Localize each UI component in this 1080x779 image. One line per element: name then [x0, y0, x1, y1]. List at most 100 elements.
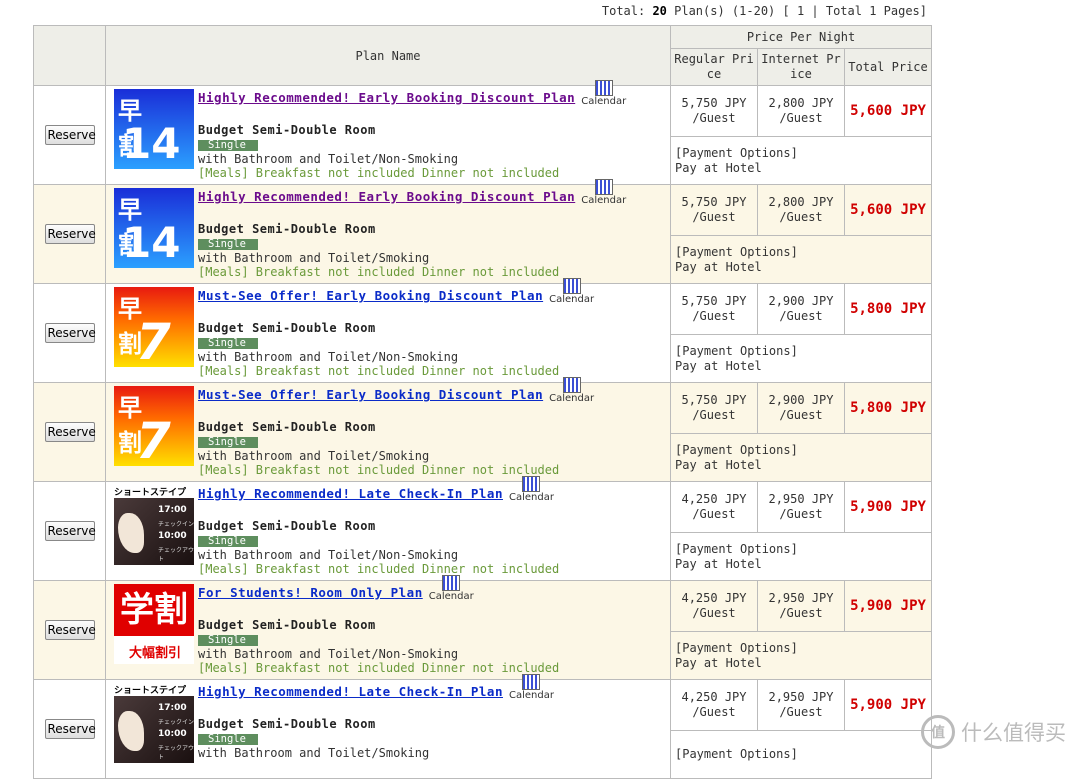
reserve-cell: Reserve — [33, 679, 106, 779]
room-tag-badge: Single — [198, 536, 258, 547]
plan-name-link[interactable]: Must-See Offer! Early Booking Discount P… — [198, 387, 543, 402]
plan-info-cell: 早 割7 Must-See Offer! Early Booking Disco… — [105, 278, 671, 383]
regular-price: 4,250 JPY/Guest — [670, 580, 758, 632]
total-price: 5,600 JPY — [843, 184, 933, 236]
plan-name-link[interactable]: Highly Recommended! Early Booking Discou… — [198, 90, 575, 105]
calendar-icon[interactable] — [522, 674, 541, 690]
calendar-icon[interactable] — [562, 377, 581, 393]
payment-options: [Payment Options] Pay at Hotel — [669, 532, 933, 581]
total-price: 5,900 JPY — [843, 481, 933, 533]
room-tag-badge: Single — [198, 338, 258, 349]
header-plan-name: Plan Name — [105, 25, 671, 86]
room-tag-badge: Single — [198, 239, 258, 250]
plan-info-cell: ショートステイプラン 17:00チェックイン 10:00チェックアウト High… — [105, 674, 671, 779]
calendar-icon[interactable] — [522, 476, 541, 492]
payment-options: [Payment Options] Pay at Hotel — [669, 631, 933, 680]
plan-thumbnail[interactable]: 早 割7 — [114, 287, 194, 367]
calendar-link[interactable]: Calendar — [509, 476, 554, 503]
reserve-button[interactable]: Reserve — [44, 521, 96, 541]
total-price: 5,900 JPY — [843, 580, 933, 632]
room-type: Budget Semi-Double Room — [198, 618, 376, 632]
plan-info-cell: 学割 大幅割引 For Students! Room Only Plan Calen… — [105, 575, 671, 680]
plan-name-link[interactable]: Highly Recommended! Early Booking Discou… — [198, 189, 575, 204]
meals-info: [Meals] Breakfast not included Dinner no… — [198, 661, 560, 675]
regular-price: 4,250 JPY/Guest — [670, 481, 758, 533]
internet-price: 2,900 JPY/Guest — [757, 283, 845, 335]
regular-price: 5,750 JPY/Guest — [670, 283, 758, 335]
plan-count: 20 — [652, 4, 667, 18]
total-price: 5,600 JPY — [843, 85, 933, 137]
room-type: Budget Semi-Double Room — [198, 123, 376, 137]
plan-thumbnail[interactable]: 早 割7 — [114, 386, 194, 466]
meals-info: [Meals] Breakfast not included Dinner no… — [198, 364, 560, 378]
reserve-button[interactable]: Reserve — [44, 224, 96, 244]
room-amenities: with Bathroom and Toilet/Smoking — [198, 449, 430, 463]
reserve-button[interactable]: Reserve — [44, 125, 96, 145]
internet-price: 2,900 JPY/Guest — [757, 382, 845, 434]
calendar-icon[interactable] — [442, 575, 461, 591]
room-type: Budget Semi-Double Room — [198, 717, 376, 731]
plan-thumbnail[interactable]: 早 割 14 — [114, 89, 194, 169]
meals-info: [Meals] Breakfast not included Dinner no… — [198, 265, 560, 279]
plan-name-link[interactable]: Must-See Offer! Early Booking Discount P… — [198, 288, 543, 303]
reserve-cell: Reserve — [33, 382, 106, 482]
total-price: 5,800 JPY — [843, 382, 933, 434]
total-price: 5,800 JPY — [843, 283, 933, 335]
calendar-icon[interactable] — [594, 179, 613, 195]
room-amenities: with Bathroom and Toilet/Smoking — [198, 251, 430, 265]
plan-row: Reserve 学割 大幅割引 For Students! Room Only P… — [33, 575, 933, 680]
watermark-text: 什么值得买 — [961, 721, 1066, 745]
early-booking-7-thumbnail: 早 割7 — [114, 386, 194, 466]
calendar-link[interactable]: Calendar — [429, 575, 474, 602]
reserve-button[interactable]: Reserve — [44, 620, 96, 640]
plan-info-cell: 早 割 14 Highly Recommended! Early Booking … — [105, 179, 671, 284]
plan-info-cell: 早 割7 Must-See Offer! Early Booking Disco… — [105, 377, 671, 482]
internet-price: 2,800 JPY/Guest — [757, 184, 845, 236]
student-discount-thumbnail: 学割 大幅割引 — [114, 584, 194, 664]
reserve-button[interactable]: Reserve — [44, 323, 96, 343]
early-booking-7-thumbnail: 早 割7 — [114, 287, 194, 367]
plan-row: Reserve ショートステイプラン 17:00チェックイン 10:00チェック… — [33, 476, 933, 581]
plan-table: Plan Name Price Per Night Regular Price … — [33, 25, 933, 779]
reserve-button[interactable]: Reserve — [44, 422, 96, 442]
reserve-cell: Reserve — [33, 184, 106, 284]
plan-name-link[interactable]: Highly Recommended! Late Check-In Plan — [198, 486, 503, 501]
calendar-link[interactable]: Calendar — [509, 674, 554, 701]
plan-row: Reserve 早 割 14 Highly Recommended! Early … — [33, 80, 933, 185]
calendar-link[interactable]: Calendar — [549, 278, 594, 305]
room-tag-badge: Single — [198, 437, 258, 448]
calendar-icon[interactable] — [562, 278, 581, 294]
reserve-cell: Reserve — [33, 283, 106, 383]
calendar-icon[interactable] — [594, 80, 613, 96]
room-type: Budget Semi-Double Room — [198, 321, 376, 335]
room-amenities: with Bathroom and Toilet/Smoking — [198, 746, 430, 760]
meals-info: [Meals] Breakfast not included Dinner no… — [198, 166, 560, 180]
calendar-link[interactable]: Calendar — [581, 80, 626, 107]
plan-thumbnail[interactable]: ショートステイプラン 17:00チェックイン 10:00チェックアウト — [114, 485, 194, 565]
short-stay-thumbnail: ショートステイプラン 17:00チェックイン 10:00チェックアウト — [114, 485, 194, 565]
internet-price: 2,950 JPY/Guest — [757, 679, 845, 731]
payment-options: [Payment Options] Pay at Hotel — [669, 334, 933, 383]
plan-info-cell: 早 割 14 Highly Recommended! Early Booking … — [105, 80, 671, 185]
plan-row: Reserve 早 割7 Must-See Offer! Early Booki… — [33, 278, 933, 383]
internet-price: 2,950 JPY/Guest — [757, 481, 845, 533]
early-booking-14-thumbnail: 早 割 14 — [114, 188, 194, 268]
header-regular-price: Regular Price — [670, 48, 758, 86]
room-amenities: with Bathroom and Toilet/Non-Smoking — [198, 350, 459, 364]
room-tag-badge: Single — [198, 635, 258, 646]
plan-name-link[interactable]: For Students! Room Only Plan — [198, 585, 423, 600]
room-type: Budget Semi-Double Room — [198, 519, 376, 533]
plan-name-link[interactable]: Highly Recommended! Late Check-In Plan — [198, 684, 503, 699]
calendar-link[interactable]: Calendar — [581, 179, 626, 206]
plan-thumbnail[interactable]: 早 割 14 — [114, 188, 194, 268]
plan-thumbnail[interactable]: ショートステイプラン 17:00チェックイン 10:00チェックアウト — [114, 683, 194, 763]
plan-thumbnail[interactable]: 学割 大幅割引 — [114, 584, 194, 664]
early-booking-14-thumbnail: 早 割 14 — [114, 89, 194, 169]
plan-row: Reserve ショートステイプラン 17:00チェックイン 10:00チェック… — [33, 674, 933, 779]
calendar-link[interactable]: Calendar — [549, 377, 594, 404]
regular-price: 4,250 JPY/Guest — [670, 679, 758, 731]
payment-options: [Payment Options] Pay at Hotel — [669, 433, 933, 482]
room-tag-badge: Single — [198, 140, 258, 151]
reserve-button[interactable]: Reserve — [44, 719, 96, 739]
plan-row: Reserve 早 割7 Must-See Offer! Early Booki… — [33, 377, 933, 482]
